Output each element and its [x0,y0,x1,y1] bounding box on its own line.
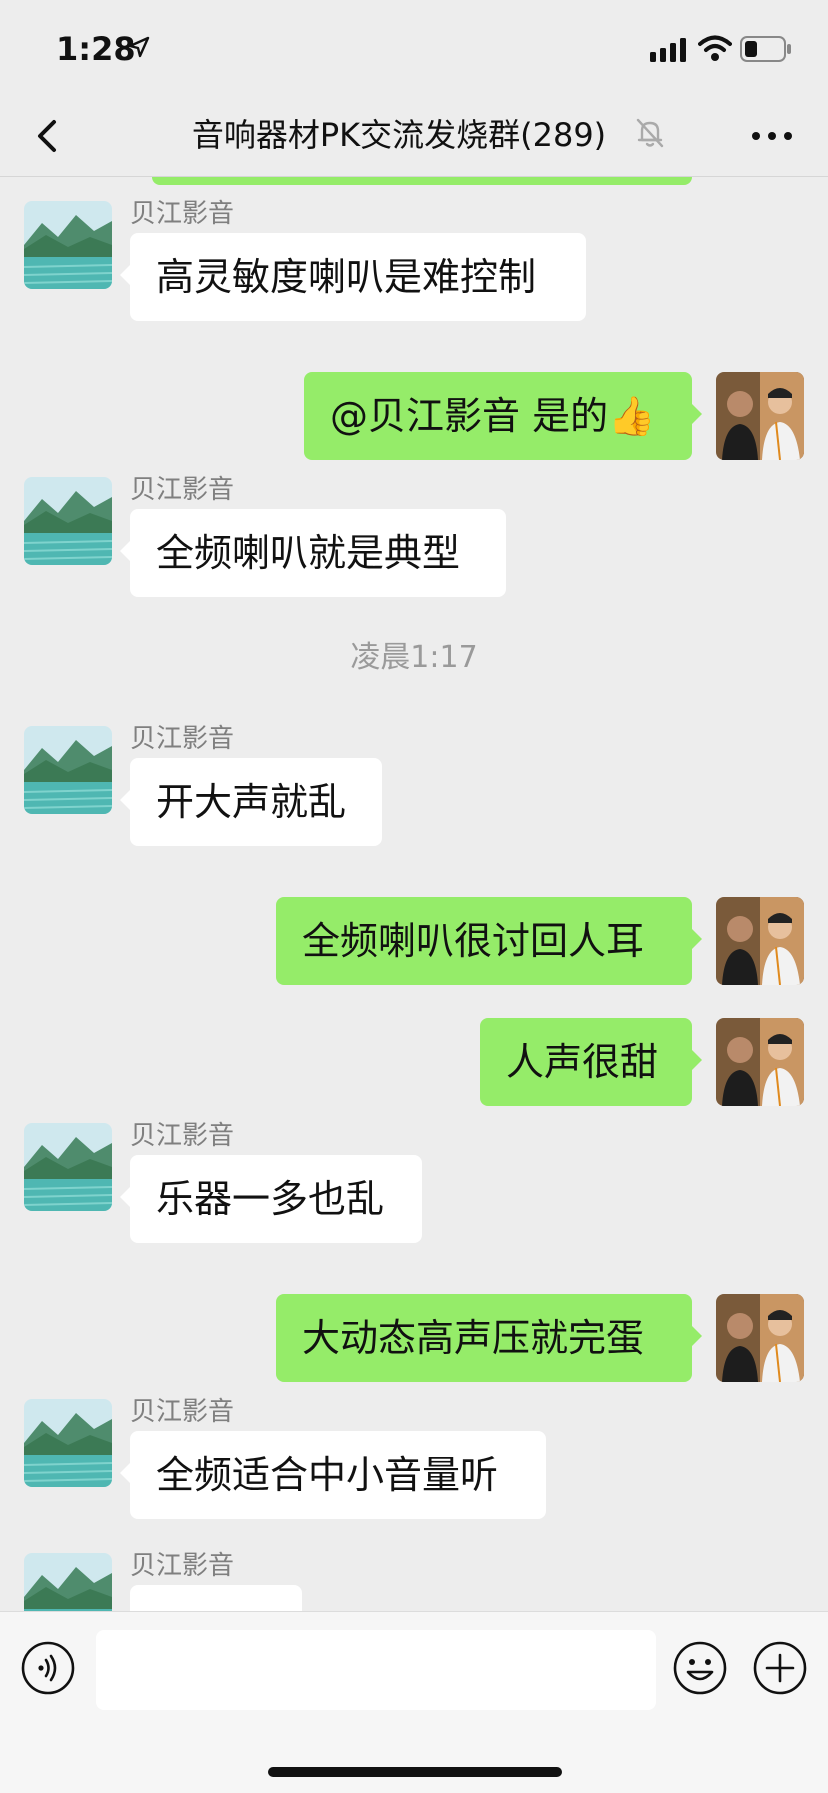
location-arrow-icon [128,36,150,58]
message-bubble[interactable]: 全频喇叭很讨回人耳 [276,897,702,985]
status-bar: 1:28 [0,0,828,96]
message-row: 贝江影音 高灵敏度喇叭是难控制 [0,199,828,321]
message-bubble[interactable]: @贝江影音 是的👍 [304,372,702,460]
battery-icon [740,36,791,62]
sender-avatar[interactable] [24,1399,112,1487]
my-avatar[interactable] [716,1294,804,1382]
sender-name: 贝江影音 [130,475,235,505]
message-row: 贝江影音 全频喇叭就是典型 [0,475,828,597]
sender-avatar[interactable] [24,1123,112,1211]
message-bubble[interactable]: 乐器一多也乱 [120,1155,422,1243]
sender-name: 贝江影音 [130,1397,235,1427]
message-bubble[interactable]: 大动态高声压就完蛋 [276,1294,702,1382]
plus-icon[interactable] [752,1640,808,1696]
sender-name: 贝江影音 [130,199,235,229]
message-bubble[interactable]: 人声很甜 [480,1018,702,1106]
sender-name: 贝江影音 [130,1551,235,1581]
message-bubble[interactable] [130,1585,302,1611]
message-row: @贝江影音 是的👍 [0,372,828,492]
message-row: 贝江影音 全频适合中小音量听 [0,1397,828,1519]
sender-avatar[interactable] [24,477,112,565]
sender-avatar[interactable] [24,201,112,289]
input-bar [0,1611,828,1793]
home-indicator [268,1767,562,1777]
smile-icon[interactable] [672,1640,728,1696]
previous-message-bubble [152,177,692,185]
voice-icon[interactable] [20,1640,76,1696]
message-bubble[interactable]: 开大声就乱 [120,758,382,846]
nav-bar: 音响器材PK交流发烧群(289) [0,96,828,177]
wifi-icon [698,35,732,61]
sender-name: 贝江影音 [130,1121,235,1151]
status-time: 1:28 [56,30,136,68]
my-avatar[interactable] [716,1018,804,1106]
message-input[interactable] [96,1630,656,1710]
message-row: 全频喇叭很讨回人耳 [0,897,828,1017]
message-row: 贝江影音 乐器一多也乱 [0,1121,828,1243]
message-bubble[interactable]: 高灵敏度喇叭是难控制 [120,233,586,321]
my-avatar[interactable] [716,372,804,460]
cellular-signal-icon [650,38,686,62]
message-list[interactable]: 贝江影音 高灵敏度喇叭是难控制 @贝江影音 是的👍 贝江影音 全频喇叭就是典型凌晨… [0,177,828,1611]
message-row: 贝江影音 [0,1551,828,1611]
message-bubble[interactable]: 全频适合中小音量听 [120,1431,546,1519]
bell-slash-icon [636,118,664,148]
timestamp: 凌晨1:17 [350,640,478,675]
message-row: 大动态高声压就完蛋 [0,1294,828,1414]
my-avatar[interactable] [716,897,804,985]
chevron-left-icon[interactable] [22,106,78,166]
message-row: 人声很甜 [0,1018,828,1138]
sender-avatar[interactable] [24,726,112,814]
sender-avatar[interactable] [24,1553,112,1611]
sender-name: 贝江影音 [130,724,235,754]
ellipsis-icon[interactable] [744,114,800,158]
message-row: 贝江影音 开大声就乱 [0,724,828,846]
message-bubble[interactable]: 全频喇叭就是典型 [120,509,506,597]
chat-title: 音响器材PK交流发烧群(289) [191,116,607,154]
